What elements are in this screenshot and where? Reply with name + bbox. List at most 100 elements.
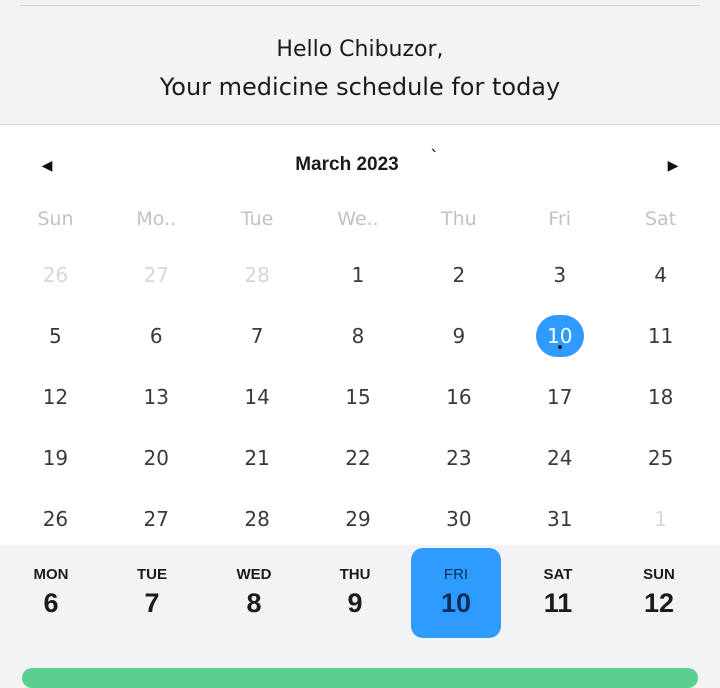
weekday-header: Thu (441, 208, 477, 230)
calendar-day[interactable]: 2 (408, 244, 509, 305)
greeting-header: Hello Chibuzor, Your medicine schedule f… (0, 30, 720, 104)
calendar-week: 19 20 21 22 23 24 25 (5, 427, 711, 488)
top-divider (20, 5, 700, 6)
calendar-day[interactable]: 3 (509, 244, 610, 305)
week-day-date: 8 (246, 588, 262, 618)
bottom-action-button[interactable] (22, 668, 698, 688)
calendar-day[interactable]: 31 (509, 488, 610, 549)
day-number: 16 (446, 384, 472, 409)
calendar-day[interactable]: 1 (610, 488, 711, 549)
week-day-name: MON (33, 566, 69, 583)
calendar-day[interactable]: 28 (207, 244, 308, 305)
day-number: 24 (546, 445, 573, 470)
calendar-week: 26 27 28 29 30 31 1 (5, 488, 711, 549)
calendar-day[interactable]: 12 (5, 366, 106, 427)
day-number: 23 (446, 445, 472, 470)
calendar-day[interactable]: 11 (610, 305, 711, 366)
calendar-day[interactable]: 4 (610, 244, 711, 305)
week-day-name: SAT (543, 566, 573, 583)
calendar-day[interactable]: 18 (610, 366, 711, 427)
week-day-wed[interactable]: WED 8 (209, 548, 299, 638)
day-number: 28 (244, 262, 270, 287)
week-day-name: WED (236, 566, 272, 583)
week-day-fri-selected[interactable]: FRI 10 (411, 548, 501, 638)
calendar-day[interactable]: 23 (408, 427, 509, 488)
month-title-mark: ` (430, 147, 439, 168)
calendar-day[interactable]: 27 (106, 488, 207, 549)
schedule-subtitle: Your medicine schedule for today (159, 73, 561, 101)
selected-day-number: 10 (535, 314, 584, 357)
day-number: 29 (345, 506, 371, 531)
calendar-day[interactable]: 5 (5, 305, 106, 366)
week-day-date: 10 (440, 588, 472, 618)
day-number: 5 (49, 323, 62, 348)
month-calendar: ◀ March 2023 ` ▶ Sun Mo.. Tue We.. Thu F… (0, 124, 720, 545)
day-number: 14 (244, 384, 270, 409)
day-number: 6 (149, 323, 163, 348)
week-day-strip: MON 6 TUE 7 WED 8 THU 9 FRI 10 SAT 11 SU… (0, 545, 720, 645)
day-number: 1 (351, 262, 365, 287)
calendar-day[interactable]: 6 (106, 305, 207, 366)
next-month-icon[interactable]: ▶ (662, 155, 684, 177)
week-day-name: FRI (443, 566, 469, 583)
calendar-day[interactable]: 16 (408, 366, 509, 427)
day-number: 15 (345, 384, 371, 409)
weekday-header: Mo.. (136, 208, 177, 230)
day-number: 21 (244, 445, 270, 470)
calendar-day[interactable]: 1 (308, 244, 409, 305)
day-number: 9 (452, 323, 466, 348)
calendar-day[interactable]: 15 (308, 366, 409, 427)
calendar-day[interactable]: 21 (207, 427, 308, 488)
week-day-date: 7 (144, 588, 160, 618)
calendar-day-selected[interactable]: 10 (509, 305, 610, 366)
day-number: 4 (654, 262, 667, 287)
weekday-header: Tue (240, 208, 274, 230)
week-day-date: 6 (43, 588, 59, 618)
day-number: 19 (42, 445, 69, 470)
day-number: 22 (345, 445, 371, 470)
week-day-thu[interactable]: THU 9 (310, 548, 400, 638)
day-number: 12 (42, 384, 69, 409)
calendar-day[interactable]: 19 (5, 427, 106, 488)
week-day-date: 9 (347, 588, 363, 618)
calendar-day[interactable]: 9 (408, 305, 509, 366)
calendar-day[interactable]: 25 (610, 427, 711, 488)
calendar-week: 12 13 14 15 16 17 18 (5, 366, 711, 427)
calendar-grid: 26 27 28 1 2 3 4 5 6 7 8 9 10 11 12 13 1… (5, 244, 711, 549)
day-number: 11 (647, 323, 674, 348)
week-day-tue[interactable]: TUE 7 (107, 548, 197, 638)
day-number: 20 (143, 445, 169, 470)
calendar-week: 26 27 28 1 2 3 4 (5, 244, 711, 305)
week-day-sat[interactable]: SAT 11 (513, 548, 603, 638)
calendar-day[interactable]: 27 (106, 244, 207, 305)
day-number: 28 (244, 506, 270, 531)
greeting-text: Hello Chibuzor, (276, 37, 444, 62)
day-number: 17 (546, 384, 573, 409)
calendar-day[interactable]: 29 (308, 488, 409, 549)
calendar-day[interactable]: 28 (207, 488, 308, 549)
day-number: 30 (446, 506, 472, 531)
day-number: 27 (143, 262, 169, 287)
day-number: 8 (351, 323, 365, 348)
calendar-day[interactable]: 26 (5, 244, 106, 305)
day-number: 7 (250, 323, 264, 348)
day-number: 31 (546, 506, 573, 531)
day-number: 26 (42, 262, 69, 287)
week-day-name: THU (339, 566, 371, 583)
calendar-day[interactable]: 13 (106, 366, 207, 427)
week-day-mon[interactable]: MON 6 (6, 548, 96, 638)
calendar-day[interactable]: 26 (5, 488, 106, 549)
calendar-day[interactable]: 14 (207, 366, 308, 427)
calendar-day[interactable]: 30 (408, 488, 509, 549)
calendar-day[interactable]: 24 (509, 427, 610, 488)
calendar-day[interactable]: 8 (308, 305, 409, 366)
calendar-day[interactable]: 20 (106, 427, 207, 488)
calendar-day[interactable]: 7 (207, 305, 308, 366)
calendar-day[interactable]: 22 (308, 427, 409, 488)
day-number: 13 (143, 384, 169, 409)
week-day-sun[interactable]: SUN 12 (614, 548, 704, 638)
weekday-header: Fri (548, 208, 572, 230)
month-navigation: ◀ March 2023 ` ▶ (0, 147, 720, 187)
day-number: 27 (143, 506, 169, 531)
calendar-day[interactable]: 17 (509, 366, 610, 427)
